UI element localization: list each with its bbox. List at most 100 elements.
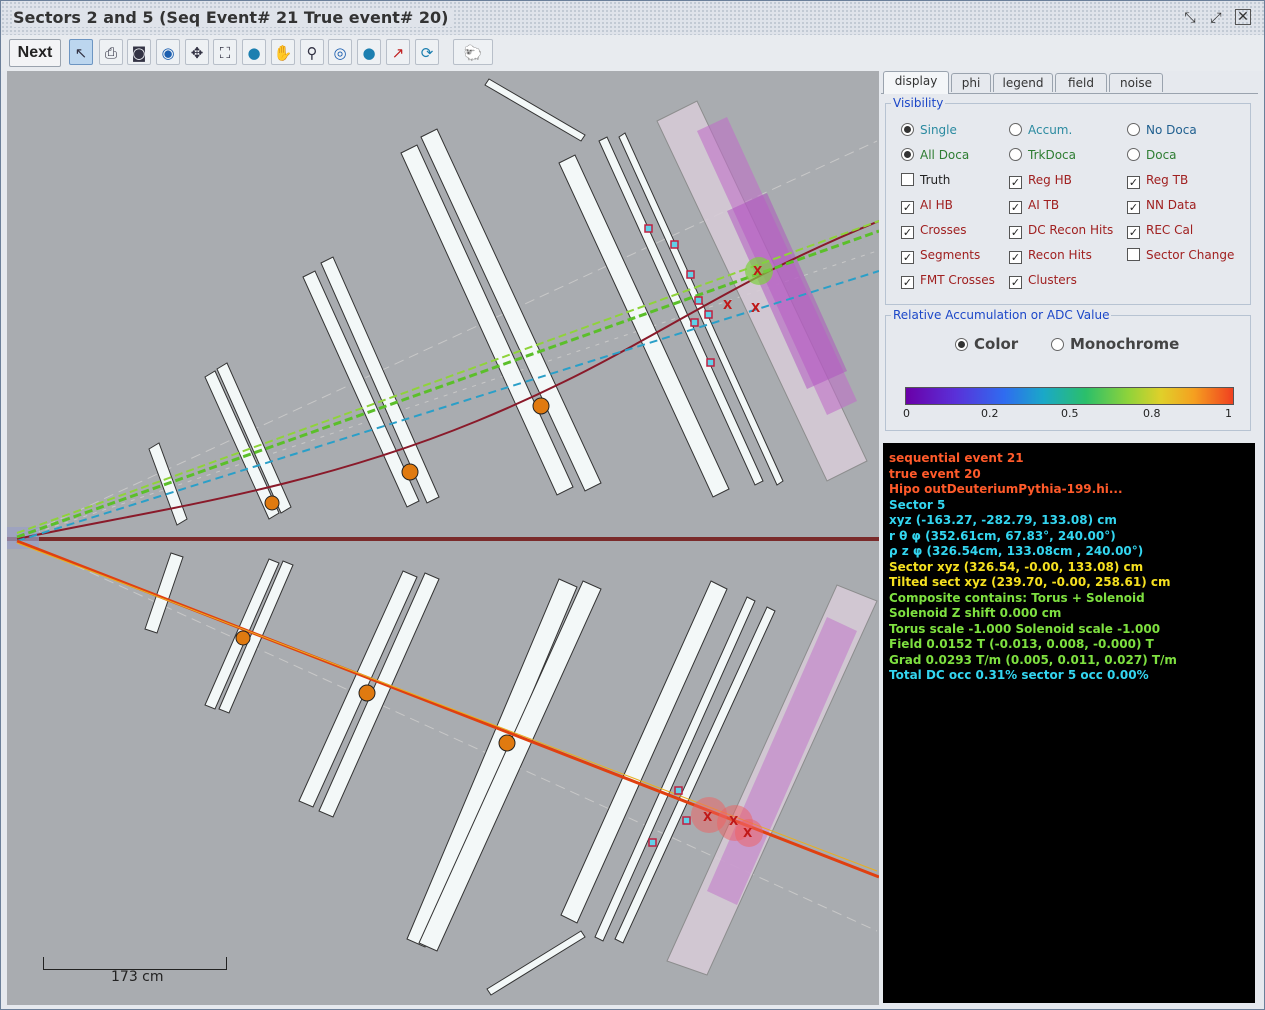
visibility-option-no-doca[interactable]: No Doca xyxy=(1127,121,1197,139)
radio-indicator[interactable] xyxy=(1009,123,1022,136)
radio-indicator[interactable] xyxy=(1009,148,1022,161)
app-window: Sectors 2 and 5 (Seq Event# 21 True even… xyxy=(0,0,1265,1010)
info-line: Hipo outDeuteriumPythia-199.hi... xyxy=(889,482,1123,496)
checkbox[interactable]: ✓ xyxy=(1009,201,1022,214)
colorbar-tick-02: 0.2 xyxy=(981,407,999,420)
accumulation-title: Relative Accumulation or ADC Value xyxy=(891,308,1112,322)
checkbox[interactable]: ✓ xyxy=(901,251,914,264)
world-icon[interactable]: ● xyxy=(242,39,266,65)
visibility-option-segments[interactable]: ✓ Segments xyxy=(901,246,980,264)
checkbox[interactable]: ✓ xyxy=(901,201,914,214)
visibility-option-single[interactable]: Single xyxy=(901,121,957,139)
info-line: Field 0.0152 T (-0.013, 0.008, -0.000) T xyxy=(889,637,1154,651)
colorbar-tick-1: 1 xyxy=(1225,407,1232,420)
visibility-option-ai-tb[interactable]: ✓ AI TB xyxy=(1009,196,1059,214)
camera-icon[interactable]: ◙ xyxy=(127,39,151,65)
shrink-icon[interactable]: ✥ xyxy=(185,39,209,65)
svg-text:X: X xyxy=(743,826,753,840)
visibility-title: Visibility xyxy=(891,96,946,110)
radio-indicator[interactable] xyxy=(901,148,914,161)
visibility-option-trkdoca[interactable]: TrkDoca xyxy=(1009,146,1076,164)
sector-view-canvas[interactable]: XXX XXX 173 cm xyxy=(7,71,879,1005)
checkbox[interactable] xyxy=(901,173,914,186)
toolbar: Next ↖ ⎙ ◙ ◉ ✥ ⛶ ● ✋ ⚲ ◎ ● ↗ ⟳ 🐑 xyxy=(1,35,1264,71)
color-radio-indicator[interactable] xyxy=(955,338,968,351)
checkbox[interactable]: ✓ xyxy=(1009,251,1022,264)
color-radio-label: Color xyxy=(974,335,1019,353)
checkbox[interactable]: ✓ xyxy=(1127,226,1140,239)
tab-legend[interactable]: legend xyxy=(993,73,1053,92)
tab-bar: display phi legend field noise xyxy=(881,71,1258,94)
checkbox[interactable]: ✓ xyxy=(1127,176,1140,189)
visibility-option-fmt-crosses[interactable]: ✓ FMT Crosses xyxy=(901,271,995,289)
visibility-option-nn-data[interactable]: ✓ NN Data xyxy=(1127,196,1196,214)
tab-noise[interactable]: noise xyxy=(1109,73,1163,92)
maximize-icon[interactable]: ⤢ xyxy=(1207,9,1225,27)
visibility-option-truth[interactable]: Truth xyxy=(901,171,950,189)
option-label: Recon Hits xyxy=(1028,248,1092,262)
arrow-icon[interactable]: ↗ xyxy=(386,39,410,65)
close-icon[interactable]: ✕ xyxy=(1235,9,1251,25)
pan-hand-icon[interactable]: ✋ xyxy=(271,39,295,65)
iconify-icon[interactable]: ⤡ xyxy=(1181,9,1199,27)
option-label: FMT Crosses xyxy=(920,273,995,287)
next-button[interactable]: Next xyxy=(9,39,61,67)
option-label: Single xyxy=(920,123,957,137)
checkbox[interactable]: ✓ xyxy=(1127,201,1140,214)
checkbox[interactable]: ✓ xyxy=(1009,226,1022,239)
radio-indicator[interactable] xyxy=(1127,148,1140,161)
window-title: Sectors 2 and 5 (Seq Event# 21 True even… xyxy=(13,8,455,27)
checkbox[interactable]: ✓ xyxy=(901,276,914,289)
visibility-option-sector-change[interactable]: Sector Change xyxy=(1127,246,1234,264)
svg-text:X: X xyxy=(703,810,713,824)
option-label: Segments xyxy=(920,248,981,262)
ftof-hit-markers: XX X X XX xyxy=(703,264,763,840)
sheep-icon[interactable]: 🐑 xyxy=(453,39,493,65)
magnify-icon[interactable]: ⚲ xyxy=(300,39,324,65)
reload-icon[interactable]: ⟳ xyxy=(415,39,439,65)
control-panel: display phi legend field noise Visibilit… xyxy=(881,71,1258,1005)
visibility-option-accum[interactable]: Accum. xyxy=(1009,121,1072,139)
info-line: Sector 5 xyxy=(889,497,946,512)
visibility-option-doca[interactable]: Doca xyxy=(1127,146,1177,164)
globe-icon[interactable]: ● xyxy=(357,39,381,65)
svg-text:X: X xyxy=(753,264,763,278)
color-radio[interactable]: Color xyxy=(955,335,1018,353)
checkbox[interactable] xyxy=(1127,248,1140,261)
radio-indicator[interactable] xyxy=(901,123,914,136)
option-label: Truth xyxy=(920,173,951,187)
print-icon[interactable]: ⎙ xyxy=(99,39,123,65)
pointer-icon[interactable]: ↖ xyxy=(69,39,93,65)
tab-field[interactable]: field xyxy=(1055,73,1107,92)
svg-text:X: X xyxy=(723,298,733,312)
visibility-option-reg-tb[interactable]: ✓ Reg TB xyxy=(1127,171,1188,189)
visibility-option-ai-hb[interactable]: ✓ AI HB xyxy=(901,196,953,214)
checkbox[interactable]: ✓ xyxy=(1009,276,1022,289)
radio-indicator[interactable] xyxy=(1127,123,1140,136)
expand-icon[interactable]: ⛶ xyxy=(213,39,237,65)
visibility-option-rec-cal[interactable]: ✓ REC Cal xyxy=(1127,221,1193,239)
region2-layer-b xyxy=(320,256,440,504)
title-bar[interactable]: Sectors 2 and 5 (Seq Event# 21 True even… xyxy=(1,1,1264,35)
visibility-option-reg-hb[interactable]: ✓ Reg HB xyxy=(1009,171,1072,189)
refresh-world-icon[interactable]: ◉ xyxy=(156,39,180,65)
tab-phi[interactable]: phi xyxy=(951,73,991,92)
checkbox[interactable]: ✓ xyxy=(901,226,914,239)
visibility-option-recon-hits[interactable]: ✓ Recon Hits xyxy=(1009,246,1092,264)
visibility-option-crosses[interactable]: ✓ Crosses xyxy=(901,221,967,239)
detector-display: XX X X XX xyxy=(7,78,879,996)
visibility-option-clusters[interactable]: ✓ Clusters xyxy=(1009,271,1077,289)
monochrome-radio[interactable]: Monochrome xyxy=(1051,335,1179,353)
option-label: DC Recon Hits xyxy=(1028,223,1114,237)
lower-edge-counter xyxy=(486,930,586,996)
checkbox[interactable]: ✓ xyxy=(1009,176,1022,189)
visibility-option-all-doca[interactable]: All Doca xyxy=(901,146,969,164)
option-label: Sector Change xyxy=(1146,248,1235,262)
option-label: Reg HB xyxy=(1028,173,1072,187)
monochrome-radio-indicator[interactable] xyxy=(1051,338,1064,351)
visibility-option-dc-recon-hits[interactable]: ✓ DC Recon Hits xyxy=(1009,221,1113,239)
zoom-world-icon[interactable]: ◎ xyxy=(328,39,352,65)
tab-display[interactable]: display xyxy=(883,71,949,94)
option-label: TrkDoca xyxy=(1028,148,1076,162)
info-line: Composite contains: Torus + Solenoid xyxy=(889,590,1145,605)
